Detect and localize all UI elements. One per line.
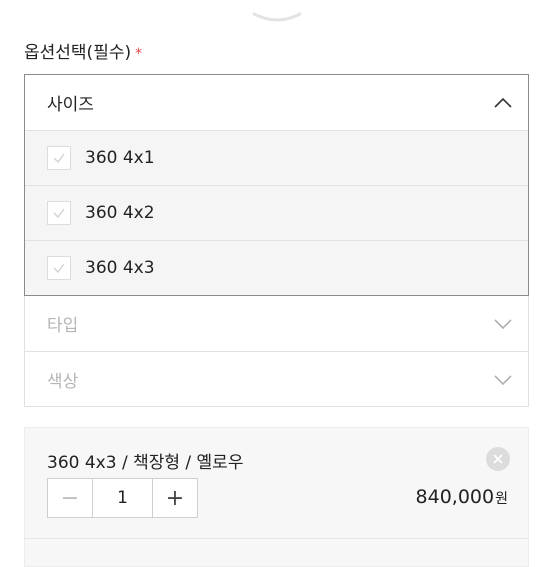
option-section-title: 옵션선택(필수)	[24, 43, 132, 63]
checkbox[interactable]	[47, 146, 71, 170]
chevron-down-icon	[494, 318, 512, 329]
size-option-1[interactable]: 360 4x1	[25, 130, 528, 185]
type-dropdown-header[interactable]: 타입	[25, 296, 528, 351]
size-dropdown-header[interactable]: 사이즈	[25, 75, 528, 130]
required-mark: *	[135, 46, 143, 62]
checkmark-icon	[53, 263, 65, 274]
size-option-2[interactable]: 360 4x2	[25, 185, 528, 240]
quantity-value[interactable]: 1	[92, 479, 153, 517]
remove-item-button[interactable]	[486, 447, 510, 471]
checkmark-icon	[53, 153, 65, 164]
size-dropdown: 사이즈 360 4x1 360 4x2 360 4x3	[24, 74, 529, 296]
decrease-quantity-button[interactable]: −	[48, 479, 92, 517]
size-option-label: 360 4x2	[85, 203, 155, 223]
size-option-3[interactable]: 360 4x3	[25, 240, 528, 295]
color-dropdown[interactable]: 색상	[24, 351, 529, 407]
checkmark-icon	[53, 208, 65, 219]
type-dropdown[interactable]: 타입	[24, 296, 529, 352]
checkbox[interactable]	[47, 256, 71, 280]
chevron-down-icon	[494, 374, 512, 385]
chevron-up-icon	[494, 97, 512, 108]
option-section-label: 옵션선택(필수) *	[24, 38, 142, 63]
item-price: 840,000원	[416, 486, 508, 508]
quantity-stepper: − 1 +	[47, 478, 198, 518]
collapse-handle-icon[interactable]	[250, 8, 304, 28]
selected-option-item: 360 4x3 / 책장형 / 옐로우 − 1 + 840,000원	[24, 427, 529, 567]
checkbox[interactable]	[47, 201, 71, 225]
divider	[25, 538, 528, 539]
size-option-label: 360 4x1	[85, 148, 155, 168]
color-dropdown-label: 색상	[47, 372, 79, 392]
item-price-value: 840,000	[415, 486, 495, 508]
size-dropdown-label: 사이즈	[47, 95, 94, 115]
increase-quantity-button[interactable]: +	[153, 479, 197, 517]
color-dropdown-header[interactable]: 색상	[25, 352, 528, 407]
price-unit: 원	[495, 491, 508, 507]
type-dropdown-label: 타입	[47, 316, 79, 336]
selected-option-title: 360 4x3 / 책장형 / 옐로우	[47, 453, 244, 473]
close-icon	[493, 454, 503, 464]
size-option-label: 360 4x3	[85, 258, 155, 278]
